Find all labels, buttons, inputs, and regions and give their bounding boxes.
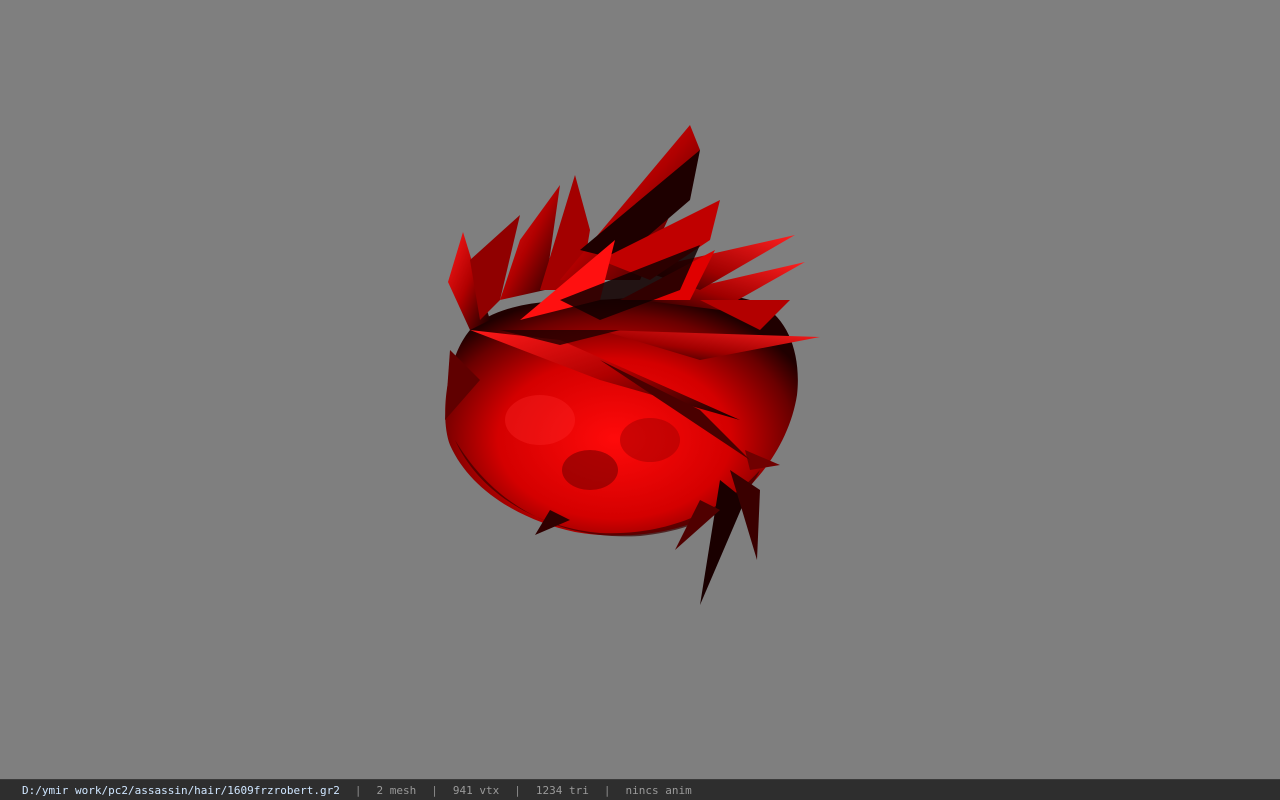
- separator: |: [603, 783, 611, 797]
- separator: |: [354, 783, 362, 797]
- triangle-count: 1234 tri: [535, 783, 589, 797]
- file-path: D:/ymir work/pc2/assassin/hair/1609frzro…: [22, 783, 340, 797]
- separator: |: [514, 783, 521, 797]
- animation-status: nincs anim: [625, 783, 692, 797]
- 3d-viewport[interactable]: [0, 0, 1280, 779]
- hair-model: [445, 125, 820, 605]
- status-bar: D:/ymir work/pc2/assassin/hair/1609frzro…: [0, 779, 1280, 800]
- mesh-count: 2 mesh: [376, 783, 417, 797]
- vertex-count: 941 vtx: [452, 783, 500, 797]
- separator: |: [431, 783, 438, 797]
